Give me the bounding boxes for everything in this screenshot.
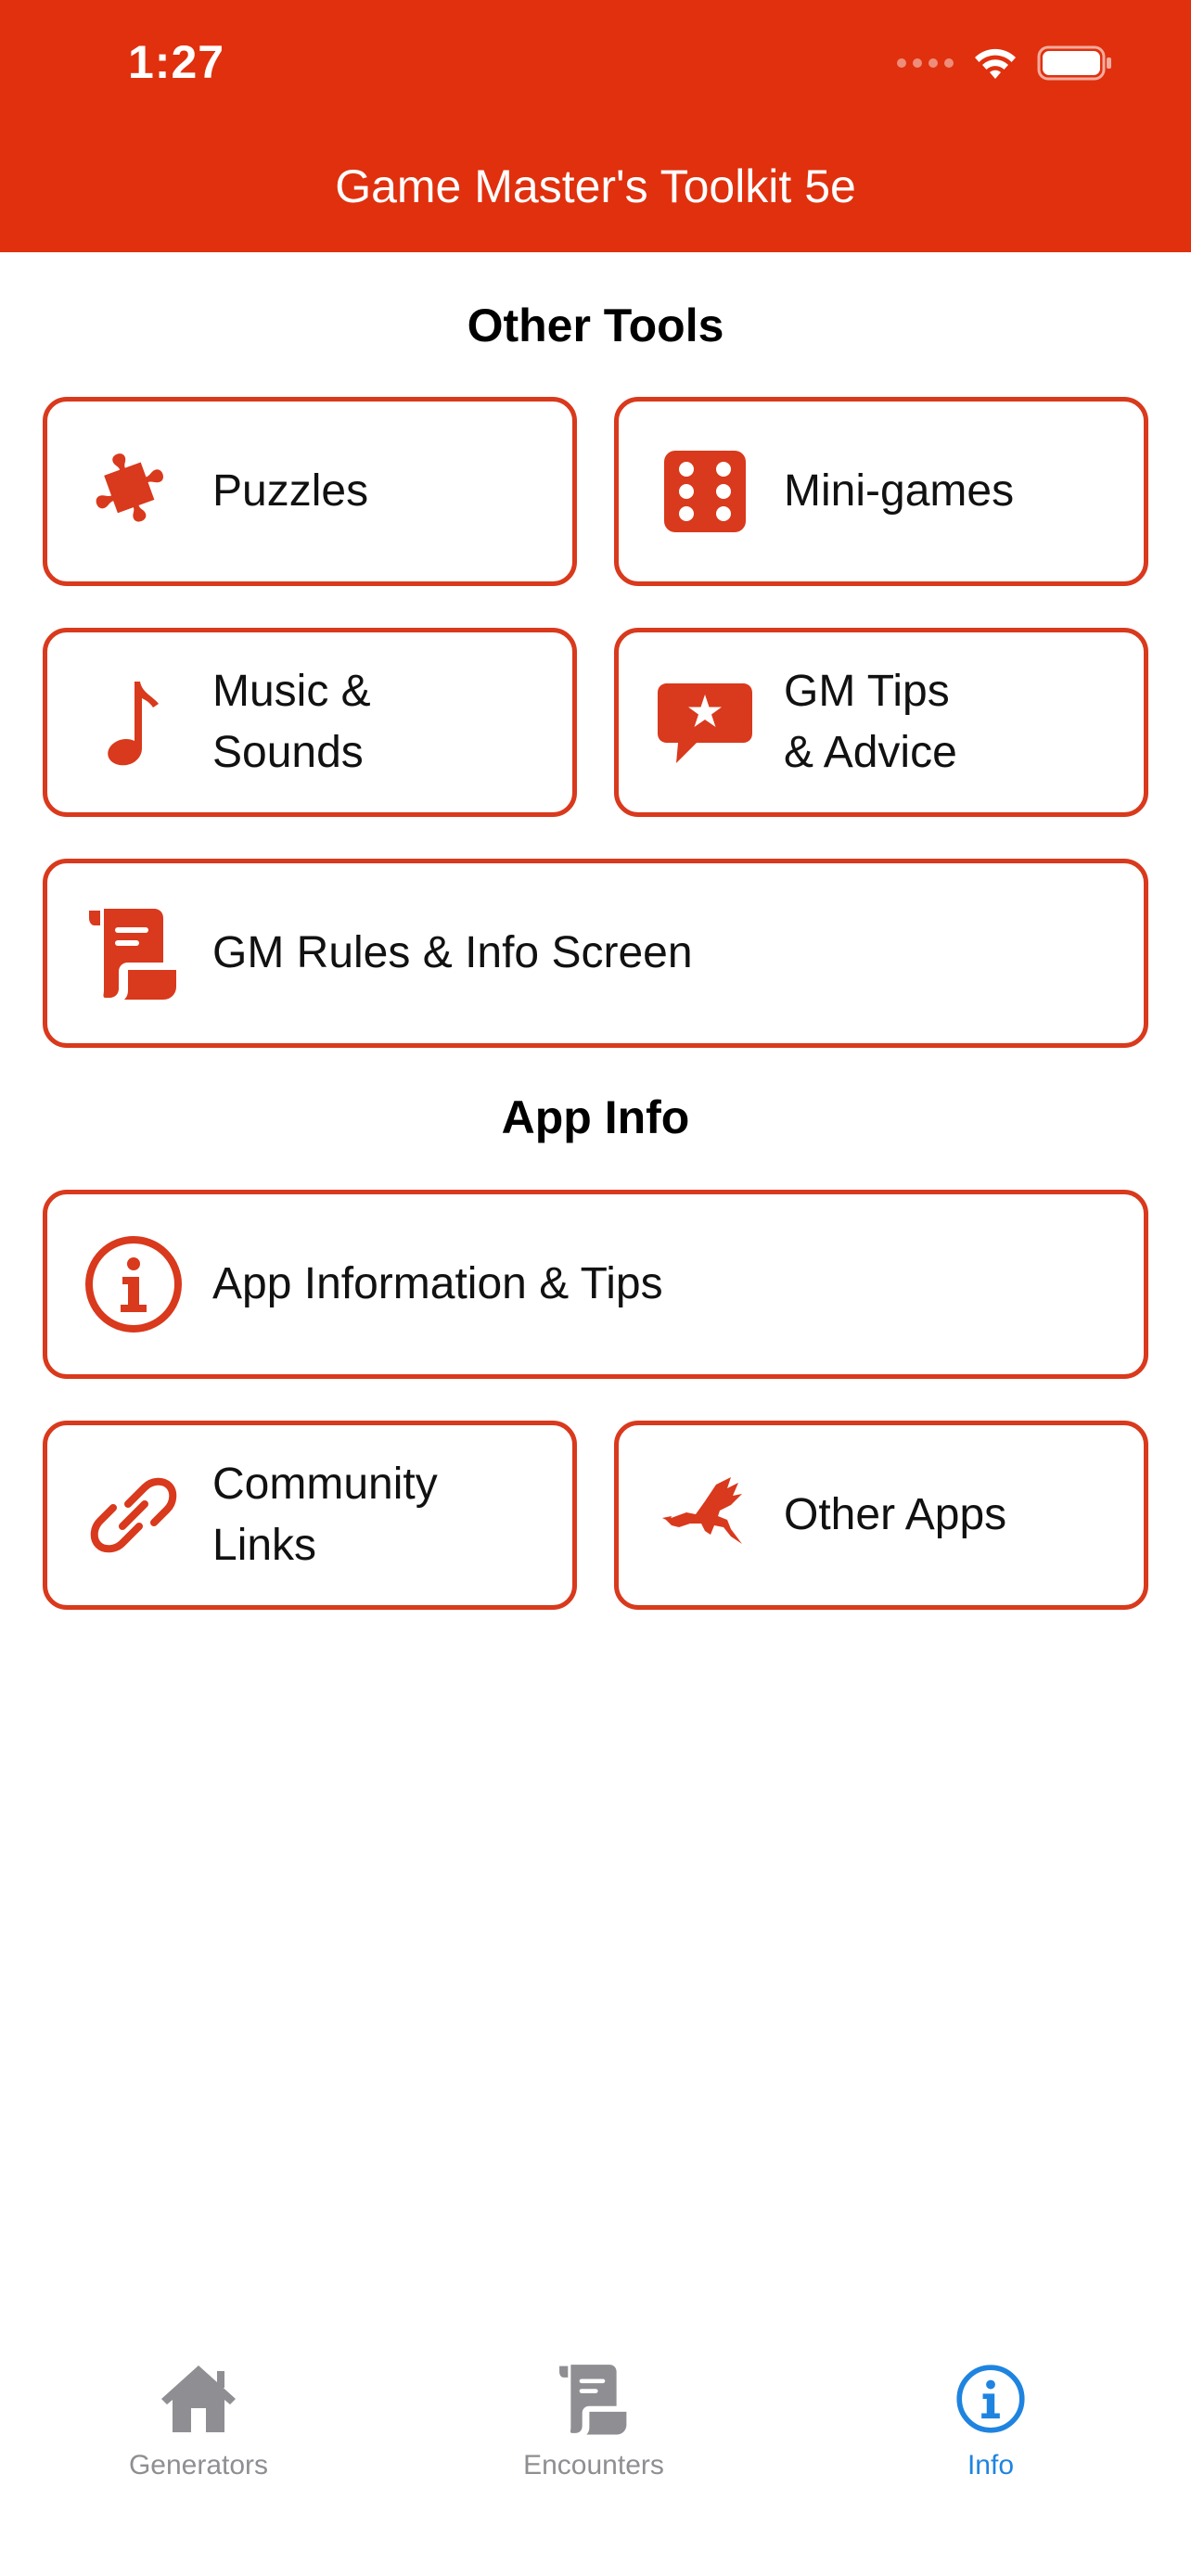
scroll-icon — [552, 2357, 635, 2441]
music-sounds-label: Music & Sounds — [212, 667, 371, 777]
tab-info-label: Info — [967, 2450, 1015, 2480]
tab-bar: Generators Encounters Info — [0, 2337, 1191, 2576]
tab-encounters[interactable]: Encounters — [455, 2357, 733, 2481]
status-icons — [897, 45, 1113, 82]
section-title-app-info: App Info — [501, 1091, 690, 1143]
battery-icon — [1037, 45, 1111, 81]
star-speech-bubble-icon — [654, 671, 756, 773]
status-time: 1:27 — [128, 36, 225, 88]
puzzles-button[interactable]: Puzzles — [43, 397, 577, 586]
wifi-icon — [975, 48, 1016, 79]
gm-rules-info-screen-label: GM Rules & Info Screen — [212, 928, 693, 977]
info-circle-icon — [949, 2357, 1032, 2441]
dice-icon — [654, 440, 756, 542]
tab-generators-label: Generators — [128, 2450, 269, 2480]
tab-encounters-label: Encounters — [523, 2450, 664, 2480]
other-apps-label: Other Apps — [784, 1490, 1007, 1539]
tab-generators[interactable]: Generators — [59, 2357, 338, 2481]
section-title-other-tools: Other Tools — [467, 300, 724, 351]
info-circle-icon — [83, 1233, 185, 1335]
puzzle-piece-icon — [83, 440, 185, 542]
mini-games-button[interactable]: Mini-games — [614, 397, 1148, 586]
house-icon — [157, 2357, 240, 2441]
page-title: Game Master's Toolkit 5e — [335, 160, 856, 212]
gm-rules-info-screen-button[interactable]: GM Rules & Info Screen — [43, 859, 1148, 1048]
app-information-tips-button[interactable]: App Information & Tips — [43, 1190, 1148, 1379]
music-sounds-button[interactable]: Music & Sounds — [43, 628, 577, 817]
cellular-signal-icon — [897, 58, 954, 68]
gm-tips-advice-label: GM Tips & Advice — [784, 667, 957, 777]
puzzles-label: Puzzles — [212, 466, 369, 516]
link-icon — [83, 1464, 185, 1566]
mini-games-label: Mini-games — [784, 466, 1015, 516]
app-header: 1:27 Game Master's Toolkit 5e — [0, 0, 1191, 252]
tab-info[interactable]: Info — [852, 2357, 1130, 2481]
gm-tips-advice-button[interactable]: GM Tips & Advice — [614, 628, 1148, 817]
community-links-label: Community Links — [212, 1460, 438, 1570]
community-links-button[interactable]: Community Links — [43, 1421, 577, 1610]
music-note-icon — [83, 671, 185, 773]
app-information-tips-label: App Information & Tips — [212, 1259, 663, 1308]
dragon-icon — [654, 1464, 756, 1566]
other-apps-button[interactable]: Other Apps — [614, 1421, 1148, 1610]
scroll-icon — [83, 902, 185, 1004]
